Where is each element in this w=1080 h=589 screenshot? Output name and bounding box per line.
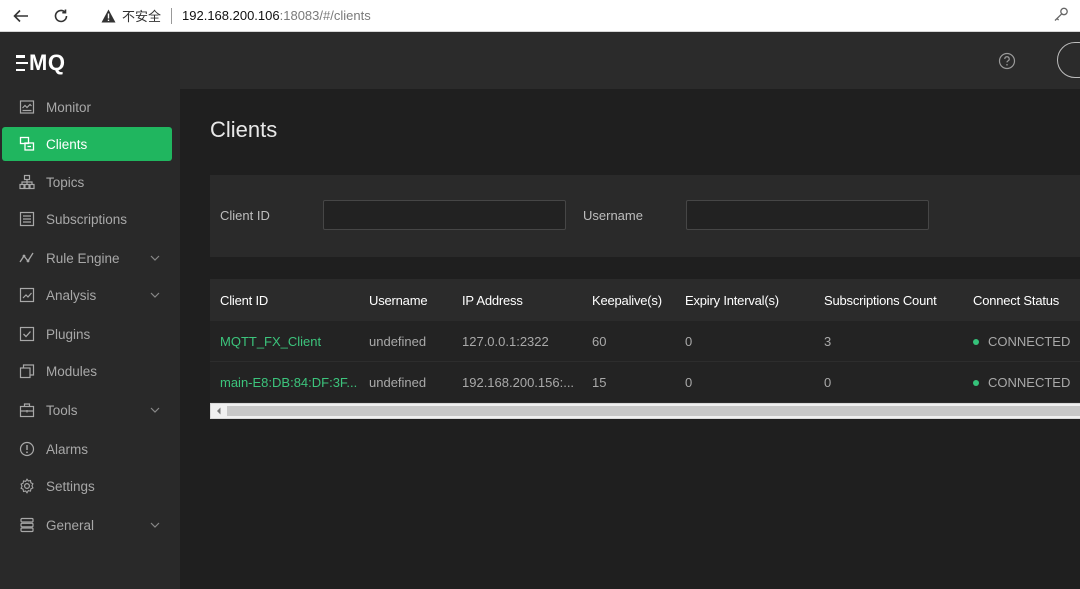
scrollbar-thumb[interactable]: [227, 406, 1080, 416]
status-badge: CONNECTED: [973, 334, 1070, 349]
alarms-icon: [19, 441, 35, 457]
analysis-icon: [19, 287, 35, 303]
table-row[interactable]: MQTT_FX_Client undefined 127.0.0.1:2322 …: [210, 321, 1080, 362]
ip-address-cell: 192.168.200.156:...: [462, 375, 575, 390]
settings-icon: [19, 478, 35, 494]
username-cell: undefined: [369, 334, 427, 349]
sidebar-item-label: Subscriptions: [46, 211, 128, 227]
sidebar-item-label: Alarms: [46, 441, 89, 457]
horizontal-scrollbar[interactable]: [210, 403, 1080, 419]
sidebar: MQ Monitor Clients Topics Subscriptions …: [0, 32, 180, 589]
insecure-label: 不安全: [122, 9, 162, 24]
sidebar-item-label: Rule Engine: [46, 250, 120, 266]
plugins-icon: [19, 326, 35, 342]
address-divider: [171, 7, 173, 24]
chevron-down-icon: [149, 519, 161, 531]
browser-toolbar: 不安全 192.168.200.106:18083/#/clients: [0, 0, 1080, 32]
help-icon[interactable]: [998, 52, 1016, 70]
status-dot-icon: [973, 338, 979, 345]
general-icon: [19, 517, 35, 533]
sidebar-item-general[interactable]: General: [0, 508, 180, 542]
sidebar-item-label: General: [46, 517, 95, 533]
subscriptions-icon: [19, 211, 35, 227]
tools-icon: [19, 402, 35, 418]
column-header[interactable]: IP Address: [462, 293, 523, 308]
subscriptions-count-cell: 0: [824, 375, 832, 390]
sidebar-item-subscriptions[interactable]: Subscriptions: [0, 202, 180, 236]
username-label: Username: [583, 208, 643, 223]
client-id-label: Client ID: [220, 208, 270, 223]
expiry-interval-cell: 0: [685, 375, 693, 390]
username-input[interactable]: [686, 200, 929, 230]
column-header[interactable]: Expiry Interval(s): [685, 293, 779, 308]
topics-icon: [19, 174, 35, 190]
clients-icon: [19, 136, 35, 152]
sidebar-item-monitor[interactable]: Monitor: [0, 90, 180, 124]
sidebar-item-label: Monitor: [46, 99, 92, 115]
sidebar-item-label: Plugins: [46, 326, 91, 342]
sidebar-item-plugins[interactable]: Plugins: [0, 317, 180, 351]
client-id-link[interactable]: main-E8:DB:84:DF:3F...: [220, 375, 357, 390]
rule-engine-icon: [19, 250, 35, 266]
back-arrow-icon[interactable]: [8, 3, 34, 29]
main-content: Clients Client ID Username Client ID Use…: [180, 89, 1080, 589]
sidebar-item-label: Settings: [46, 478, 95, 494]
emq-logo[interactable]: MQ: [16, 48, 65, 78]
sidebar-item-label: Topics: [46, 174, 85, 190]
reload-icon[interactable]: [48, 3, 74, 29]
column-header[interactable]: Username: [369, 293, 428, 308]
filter-panel: Client ID Username: [210, 175, 1080, 257]
keepalive-cell: 15: [592, 375, 607, 390]
logo-mark-icon: [16, 55, 28, 71]
key-icon[interactable]: [1052, 6, 1070, 24]
page-title: Clients: [210, 117, 278, 142]
sidebar-item-label: Tools: [46, 402, 78, 418]
column-header[interactable]: Subscriptions Count: [824, 293, 937, 308]
column-header[interactable]: Keepalive(s): [592, 293, 662, 308]
subscriptions-count-cell: 3: [824, 334, 832, 349]
sidebar-item-clients[interactable]: Clients: [2, 127, 172, 161]
url-host: 192.168.200.106: [182, 8, 280, 23]
table-row[interactable]: main-E8:DB:84:DF:3F... undefined 192.168…: [210, 362, 1080, 403]
sidebar-item-label: Clients: [46, 136, 88, 152]
column-header[interactable]: Client ID: [220, 293, 268, 308]
sidebar-item-label: Modules: [46, 363, 98, 379]
status-dot-icon: [973, 379, 979, 386]
warning-icon: [100, 8, 116, 24]
monitor-icon: [19, 99, 35, 115]
user-avatar-button[interactable]: [1057, 42, 1080, 78]
modules-icon: [19, 363, 35, 379]
status-text: CONNECTED: [988, 334, 1071, 349]
chevron-down-icon: [149, 289, 161, 301]
chevron-down-icon: [149, 404, 161, 416]
logo-text: MQ: [29, 50, 66, 75]
sidebar-item-label: Analysis: [46, 287, 97, 303]
sidebar-item-settings[interactable]: Settings: [0, 469, 180, 503]
sidebar-item-modules[interactable]: Modules: [0, 354, 180, 388]
chevron-down-icon: [149, 252, 161, 264]
client-id-input[interactable]: [323, 200, 566, 230]
sidebar-item-analysis[interactable]: Analysis: [0, 278, 180, 312]
keepalive-cell: 60: [592, 334, 607, 349]
expiry-interval-cell: 0: [685, 334, 693, 349]
status-badge: CONNECTED: [973, 375, 1070, 390]
address-bar[interactable]: 不安全 192.168.200.106:18083/#/clients: [100, 5, 371, 27]
status-text: CONNECTED: [988, 375, 1071, 390]
client-id-link[interactable]: MQTT_FX_Client: [220, 334, 321, 349]
url-path: :18083/#/clients: [279, 8, 371, 23]
ip-address-cell: 127.0.0.1:2322: [462, 334, 549, 349]
sidebar-item-rule-engine[interactable]: Rule Engine: [0, 241, 180, 275]
scroll-left-icon[interactable]: [211, 404, 226, 418]
username-cell: undefined: [369, 375, 427, 390]
table-header: Client ID Username IP Address Keepalive(…: [210, 279, 1080, 321]
sidebar-item-alarms[interactable]: Alarms: [0, 432, 180, 466]
sidebar-item-topics[interactable]: Topics: [0, 165, 180, 199]
top-header: [180, 32, 1080, 89]
sidebar-item-tools[interactable]: Tools: [0, 393, 180, 427]
column-header[interactable]: Connect Status: [973, 293, 1059, 308]
